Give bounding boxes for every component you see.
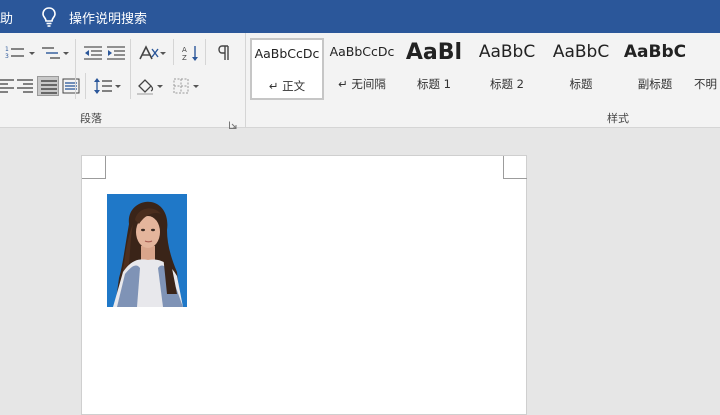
style-subtitle[interactable]: AaBbC 副标题 <box>622 38 688 100</box>
chevron-down-icon[interactable] <box>62 43 70 63</box>
margin-marker <box>105 156 106 178</box>
divider <box>130 39 131 99</box>
style-heading-1[interactable]: AaBl 标题 1 <box>402 38 466 100</box>
chevron-down-icon[interactable] <box>28 43 36 63</box>
svg-text:3: 3 <box>5 53 9 60</box>
sort-icon[interactable]: AZ <box>180 43 202 63</box>
distributed-icon[interactable] <box>60 76 82 96</box>
lightbulb-icon <box>40 6 58 28</box>
tell-me-search[interactable]: 操作说明搜索 <box>69 8 147 27</box>
divider <box>75 39 76 99</box>
multilevel-list-icon[interactable] <box>40 43 62 63</box>
chevron-down-icon[interactable] <box>192 76 200 96</box>
chevron-down-icon[interactable] <box>156 76 164 96</box>
portrait-photo[interactable] <box>107 194 187 307</box>
svg-text:Z: Z <box>182 54 187 62</box>
shading-icon[interactable] <box>134 76 156 96</box>
align-right-icon[interactable] <box>14 76 36 96</box>
style-title[interactable]: AaBbC 标题 <box>548 38 614 100</box>
group-divider <box>245 33 246 127</box>
numbering-icon[interactable]: 13 <box>4 43 26 63</box>
line-spacing-icon[interactable] <box>92 76 114 96</box>
chinese-layout-icon[interactable] <box>137 43 159 63</box>
divider <box>173 39 174 65</box>
divider <box>205 39 206 65</box>
divider <box>85 73 86 99</box>
paragraph-group-label: 段落 <box>80 112 102 125</box>
style-subtle-emphasis[interactable]: 不明 <box>694 38 720 100</box>
styles-group-label: 样式 <box>607 112 629 125</box>
title-bar: 助 操作说明搜索 <box>0 0 720 33</box>
chevron-down-icon[interactable] <box>159 43 167 63</box>
svg-text:A: A <box>182 46 187 54</box>
borders-icon[interactable] <box>170 76 192 96</box>
help-tab[interactable]: 助 <box>0 8 13 27</box>
decrease-indent-icon[interactable] <box>82 43 104 63</box>
margin-marker <box>82 178 106 179</box>
svg-text:1: 1 <box>5 46 9 53</box>
justify-icon[interactable] <box>37 76 59 96</box>
style-no-spacing[interactable]: AaBbCcDc ↵ 无间隔 <box>328 38 396 100</box>
margin-marker <box>503 178 527 179</box>
dialog-launcher-icon[interactable] <box>229 114 237 129</box>
style-heading-2[interactable]: AaBbC 标题 2 <box>474 38 540 100</box>
style-normal[interactable]: AaBbCcDc ↵ 正文 <box>250 38 324 100</box>
increase-indent-icon[interactable] <box>105 43 127 63</box>
margin-marker <box>503 156 504 178</box>
chevron-down-icon[interactable] <box>114 76 122 96</box>
ribbon: 13 AZ 段落 AaBbCcDc ↵ 正文 AaBbCcDc ↵ 无间隔 Aa… <box>0 33 720 129</box>
show-formatting-icon[interactable] <box>212 43 234 63</box>
